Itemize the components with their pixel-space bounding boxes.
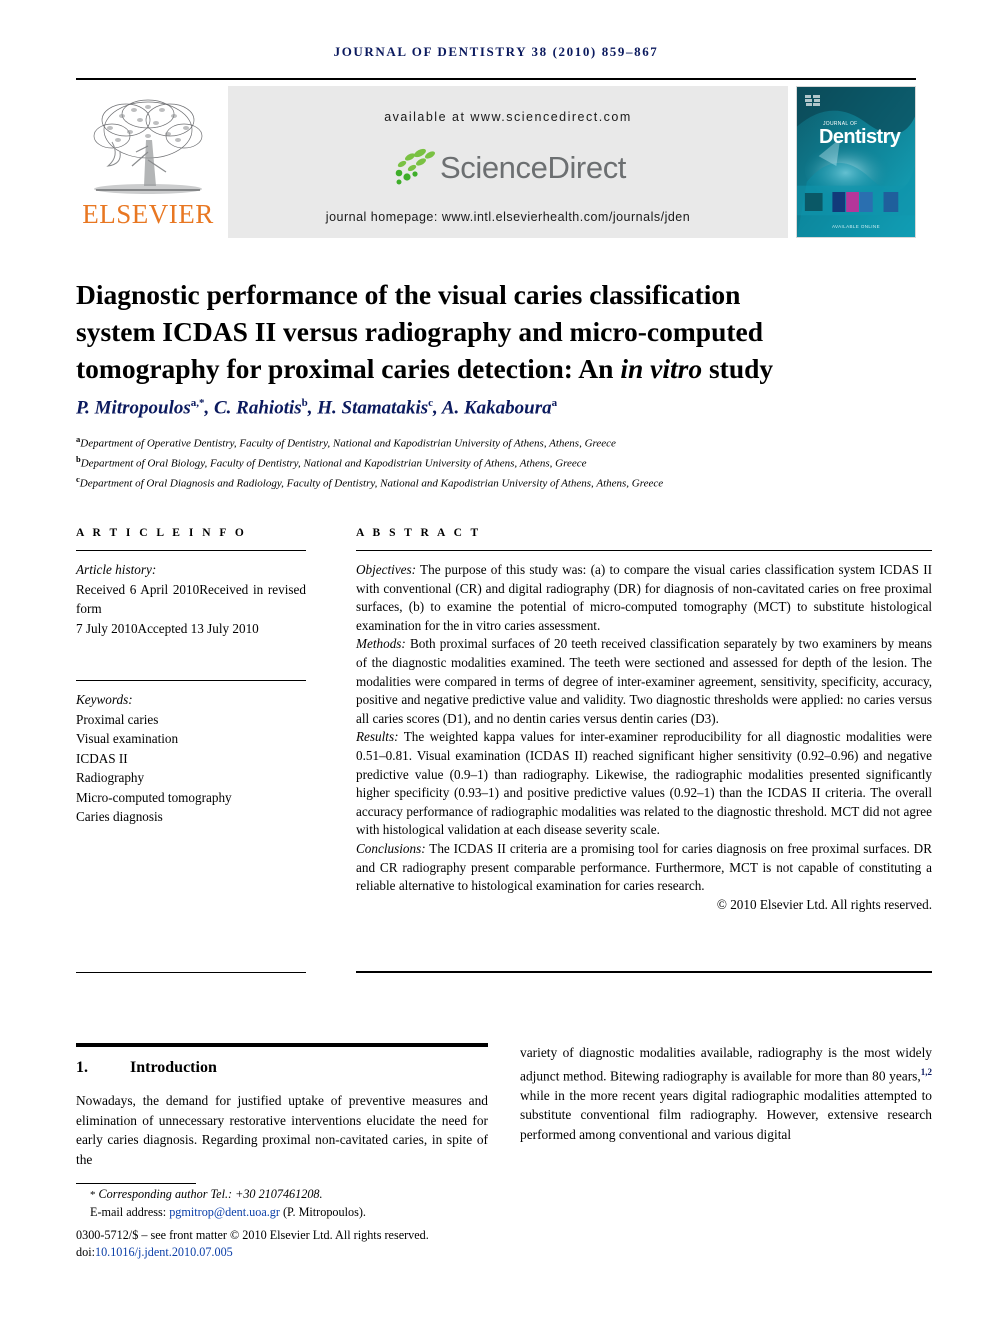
- abstract-objectives-label: Objectives:: [356, 562, 417, 577]
- affiliation-text: Department of Operative Dentistry, Facul…: [80, 437, 616, 450]
- author-list: P. Mitropoulosa,*, C. Rahiotisb, H. Stam…: [76, 397, 558, 419]
- sciencedirect-banner: available at www.sciencedirect.com Scien…: [228, 86, 788, 238]
- article-info-divider: [76, 550, 306, 551]
- affiliation-text: Department of Oral Diagnosis and Radiolo…: [79, 477, 664, 490]
- abstract-column: A B S T R A C T Objectives: The purpose …: [356, 527, 932, 914]
- author-marks: c: [428, 397, 434, 409]
- cover-footer-text: AVAILABLE ONLINE: [831, 224, 880, 229]
- journal-cover-thumbnail: JOURNAL OF Dentistry AVAILABLE ONLINE: [796, 86, 916, 238]
- article-history-label: Article history:: [76, 562, 157, 577]
- cover-elsevier-mark-icon: [805, 95, 820, 106]
- title-line-3b: study: [702, 353, 774, 385]
- title-line-1: Diagnostic performance of the visual car…: [76, 279, 741, 311]
- sciencedirect-wordmark: ScienceDirect: [439, 150, 627, 185]
- email-line: E-mail address: pgmitrop@dent.uoa.gr (P.…: [76, 1204, 496, 1221]
- cover-title: Dentistry: [819, 126, 901, 148]
- affiliation-text: Department of Oral Biology, Faculty of D…: [80, 457, 587, 470]
- doi-link[interactable]: 10.1016/j.jdent.2010.07.005: [95, 1245, 233, 1259]
- abstract-methods-label: Methods:: [356, 636, 406, 652]
- abstract-objectives-text: The purpose of this study was: (a) to co…: [356, 562, 932, 633]
- abstract-results: Results: The weighted kappa values for i…: [356, 728, 932, 840]
- section-heading-introduction: 1. Introduction: [76, 1059, 488, 1077]
- author-marks: a: [551, 397, 558, 409]
- affiliation-item: bDepartment of Oral Biology, Faculty of …: [76, 452, 932, 472]
- section-number: 1.: [76, 1059, 88, 1076]
- keyword-item: Caries diagnosis: [76, 809, 163, 824]
- author-name: C. Rahiotis: [214, 397, 302, 419]
- cover-issue-strip: [804, 192, 899, 212]
- affiliation-list: aDepartment of Operative Dentistry, Facu…: [76, 432, 932, 492]
- abstract-heading: A B S T R A C T: [356, 527, 482, 539]
- footnote-rule: [76, 1183, 196, 1184]
- author-name: H. Stamatakis: [317, 397, 429, 419]
- email-owner: (P. Mitropoulos).: [283, 1205, 366, 1219]
- abstract-conclusions-text: The ICDAS II criteria are a promising to…: [356, 840, 932, 894]
- article-history: Article history: Received 6 April 2010Re…: [76, 560, 306, 638]
- page-title: Diagnostic performance of the visual car…: [76, 276, 932, 387]
- elsevier-wordmark: ELSEVIER: [82, 199, 214, 229]
- front-matter-line: 0300-5712/$ – see front matter © 2010 El…: [76, 1228, 429, 1242]
- abstract-copyright: © 2010 Elsevier Ltd. All rights reserved…: [716, 896, 932, 912]
- article-history-line-1: Received 6 April 2010Received in revised…: [76, 581, 306, 617]
- keyword-item: Visual examination: [76, 731, 179, 746]
- doi-label: doi:: [76, 1245, 95, 1259]
- keywords-divider: [76, 680, 306, 681]
- abstract-results-text: The weighted kappa values for inter-exam…: [356, 729, 932, 838]
- email-label: E-mail address:: [90, 1205, 167, 1219]
- available-at-text: available at www.sciencedirect.com: [384, 110, 632, 124]
- info-column-bottom-rule: [76, 972, 306, 973]
- keywords-label: Keywords:: [76, 692, 133, 707]
- citation-reference: 1,2: [920, 1066, 932, 1077]
- body-column-left: 1. Introduction Nowadays, the demand for…: [76, 1043, 488, 1169]
- abstract-methods: Methods: Both proximal surfaces of 20 te…: [356, 635, 932, 728]
- article-history-line-2: 7 July 2010Accepted 13 July 2010: [76, 620, 259, 636]
- author-marks: b: [301, 397, 308, 409]
- keyword-item: Proximal caries: [76, 711, 159, 727]
- abstract-objectives: Objectives: The purpose of this study wa…: [356, 561, 932, 635]
- article-info-column: A R T I C L E I N F O Article history: R…: [76, 527, 306, 827]
- affiliation-item: aDepartment of Operative Dentistry, Facu…: [76, 432, 932, 452]
- keyword-item: ICDAS II: [76, 750, 128, 766]
- header-rule: [76, 78, 916, 80]
- keyword-item: Radiography: [76, 770, 145, 785]
- elsevier-tree-icon: [93, 99, 203, 194]
- author-name: P. Mitropoulos: [76, 397, 191, 419]
- keyword-item: Micro-computed tomography: [76, 789, 232, 805]
- page-footer: * Corresponding author Tel.: +30 2107461…: [76, 1186, 496, 1261]
- abstract-body: Objectives: The purpose of this study wa…: [356, 561, 932, 914]
- corresponding-author-line: * Corresponding author Tel.: +30 2107461…: [76, 1186, 496, 1204]
- journal-homepage-text: journal homepage: www.intl.elsevierhealt…: [325, 210, 691, 224]
- body-column-right: variety of diagnostic modalities availab…: [520, 1043, 932, 1144]
- abstract-conclusions-label: Conclusions:: [356, 840, 426, 856]
- sciencedirect-logo: ScienceDirect: [228, 144, 788, 192]
- title-line-3a: tomography for proximal caries detection…: [76, 353, 621, 385]
- affiliation-item: cDepartment of Oral Diagnosis and Radiol…: [76, 472, 932, 492]
- abstract-methods-text: Both proximal surfaces of 20 teeth recei…: [356, 636, 932, 726]
- running-head: JOURNAL OF DENTISTRY 38 (2010) 859–867: [333, 44, 659, 59]
- paper-page: JOURNAL OF DENTISTRY 38 (2010) 859–867 E…: [0, 0, 992, 1323]
- title-line-3-italic: in vitro: [620, 353, 703, 385]
- body-paragraph: Nowadays, the demand for justified uptak…: [76, 1093, 488, 1167]
- abstract-results-label: Results:: [356, 729, 399, 745]
- article-info-heading: A R T I C L E I N F O: [76, 527, 247, 539]
- section-title: Introduction: [130, 1059, 217, 1076]
- author-marks: a,*: [190, 397, 205, 409]
- masthead: ELSEVIER available at www.sciencedirect.…: [76, 86, 916, 238]
- body-paragraph-part-b: while in the more recent years digital r…: [520, 1087, 932, 1142]
- author-name: A. Kakaboura: [441, 397, 552, 419]
- abstract-bottom-rule: [356, 971, 932, 973]
- doi-line: doi:10.1016/j.jdent.2010.07.005: [76, 1244, 496, 1261]
- abstract-divider: [356, 550, 932, 551]
- email-link[interactable]: pgmitrop@dent.uoa.gr: [169, 1205, 280, 1219]
- title-line-2: system ICDAS II versus radiography and m…: [76, 316, 764, 348]
- sciencedirect-leaf-icon: [395, 148, 435, 185]
- abstract-conclusions: Conclusions: The ICDAS II criteria are a…: [356, 840, 932, 896]
- keywords-block: Keywords: Proximal caries Visual examina…: [76, 690, 306, 827]
- body-paragraph-part-a: variety of diagnostic modalities availab…: [520, 1045, 932, 1084]
- corresponding-author-marker: *: [90, 1189, 96, 1201]
- elsevier-logo: ELSEVIER: [76, 86, 220, 238]
- corresponding-author-text: Corresponding author Tel.: +30 210746120…: [98, 1187, 323, 1201]
- body-paragraph: variety of diagnostic modalities availab…: [520, 1043, 932, 1144]
